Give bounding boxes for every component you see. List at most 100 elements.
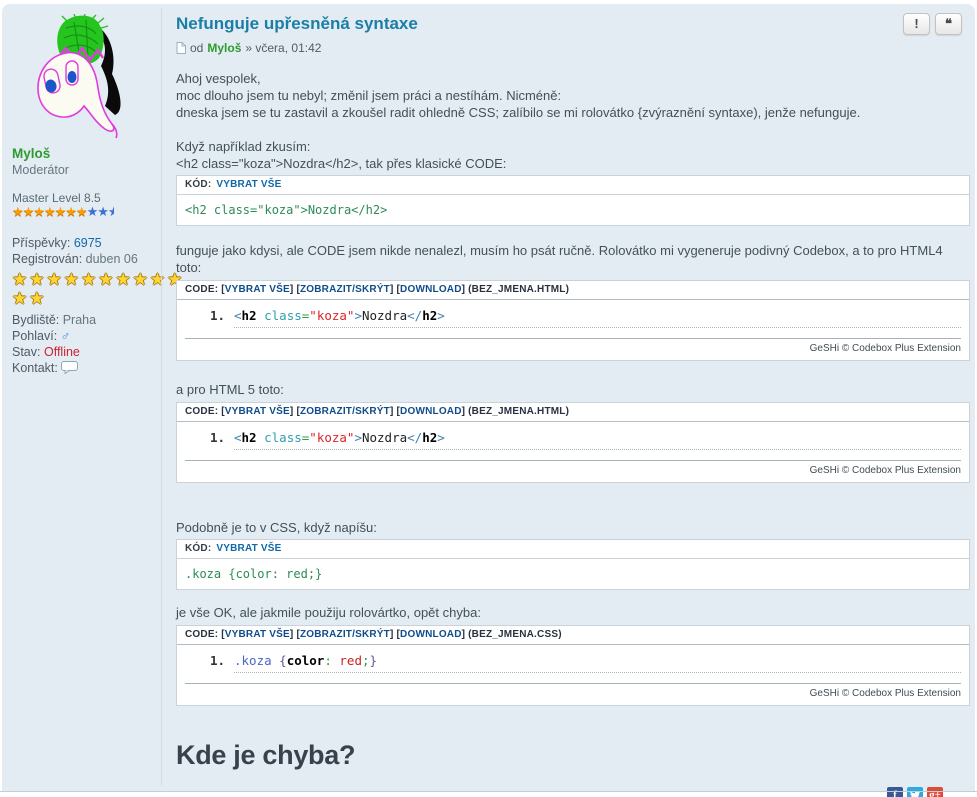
code-block: KÓD: VYBRAT VŠE .koza {color: red;} <box>176 539 970 590</box>
field-value[interactable]: 6975 <box>74 236 102 250</box>
code-token: > <box>437 430 445 445</box>
geshi-body: 1. <h2 class="koza">Nozdra</h2> <box>177 422 969 460</box>
field-label: Příspěvky: <box>12 236 74 250</box>
code-line: 1. .koza {color: red;} <box>177 653 961 673</box>
author-link[interactable]: Myloš <box>207 41 241 55</box>
geshi-header: CODE: [VYBRAT VŠE] [ZOBRAZIT/SKRÝT] [DOW… <box>177 281 969 300</box>
geshi-action-link[interactable]: ZOBRAZIT/SKRÝT <box>300 629 390 640</box>
code-token: "koza" <box>309 430 355 445</box>
line-number: 1. <box>209 430 225 445</box>
column-divider <box>161 8 162 786</box>
geshi-code-block: CODE: [VYBRAT VŠE] [ZOBRAZIT/SKRÝT] [DOW… <box>176 402 970 483</box>
code-label: KÓD: <box>185 543 212 554</box>
code-token: .koza <box>234 653 272 668</box>
field-value: Offline <box>43 345 80 359</box>
twitter-share-icon[interactable] <box>907 787 923 797</box>
code-token: < <box>234 430 242 445</box>
geshi-link-bracket: [DOWNLOAD] <box>396 629 469 640</box>
code-filename: (BEZ_JMENA.CSS) <box>468 629 562 640</box>
profile-field: Příspěvky: 6975 <box>12 235 158 251</box>
geshi-action-link[interactable]: DOWNLOAD <box>400 629 462 640</box>
facebook-share-icon[interactable]: f <box>887 787 903 797</box>
geshi-body: 1. <h2 class="koza">Nozdra</h2> <box>177 300 969 338</box>
star-icon: ★ <box>107 205 115 219</box>
code-block-header: KÓD: VYBRAT VŠE <box>177 540 969 559</box>
level-stars: ★★★★★★★★★★ <box>12 205 158 219</box>
geshi-action-link[interactable]: VYBRAT VŠE <box>225 284 290 295</box>
geshi-action-link[interactable]: DOWNLOAD <box>400 406 462 417</box>
code-token: </ <box>407 308 423 323</box>
code-token: < <box>234 308 242 323</box>
profile-field: Stav: Offline <box>12 344 158 360</box>
code-filename: (BEZ_JMENA.HTML) <box>468 284 570 295</box>
code-token: > <box>354 430 362 445</box>
pm-icon[interactable] <box>61 361 79 377</box>
code-label: CODE: <box>185 284 219 295</box>
avatar[interactable] <box>28 13 132 140</box>
code-token: h2 <box>422 308 438 323</box>
line-number: 1. <box>209 653 225 668</box>
code-block: KÓD: VYBRAT VŠE <h2 class="koza">Nozdra</… <box>176 175 970 226</box>
code-token: class <box>264 308 302 323</box>
post-title[interactable]: Nefunguje upřesněná syntaxe <box>176 14 970 34</box>
byline-prefix: od <box>190 41 204 55</box>
code-token: > <box>437 308 445 323</box>
code-token: "koza" <box>309 308 355 323</box>
geshi-action-link[interactable]: ZOBRAZIT/SKRÝT <box>300 284 390 295</box>
byline: od Myloš » včera, 01:42 <box>176 41 970 55</box>
code-filename: (BEZ_JMENA.HTML) <box>468 406 570 417</box>
post-page-icon <box>176 42 186 54</box>
post-question-heading: Kde je chyba? <box>176 740 356 770</box>
rating-stars: ★★★★★★★★★★ ★★ <box>12 270 185 308</box>
code-token: ; <box>361 653 370 668</box>
code-text: <h2 class="koza">Nozdra</h2> <box>185 203 388 217</box>
code-token: h2 <box>241 430 257 445</box>
code-line: 1. <h2 class="koza">Nozdra</h2> <box>177 308 961 328</box>
select-all-link[interactable]: VYBRAT VŠE <box>216 543 281 554</box>
post-panel: ! ❝ Myloš Moderátor Master Level 8.5 ★★★… <box>2 4 975 797</box>
paragraph: Ahoj vespolek, moc dlouho jsem tu nebyl; … <box>176 71 861 120</box>
code-text: .koza {color: red;} <box>234 653 961 673</box>
field-value: duben 06 <box>85 252 138 266</box>
geshi-action-link[interactable]: VYBRAT VŠE <box>225 406 290 417</box>
geshi-action-link[interactable]: ZOBRAZIT/SKRÝT <box>300 406 390 417</box>
username-link[interactable]: Myloš <box>12 146 158 161</box>
level-label: Master Level 8.5 <box>12 191 101 205</box>
star-icon: ★★★★★★★ <box>12 204 88 219</box>
code-text: .koza {color: red;} <box>185 567 323 581</box>
star-row: ★★★★★★★★★★ <box>12 270 185 289</box>
code-token: </ <box>407 430 423 445</box>
code-token: red <box>331 653 362 668</box>
profile-field: Pohlaví: ♂ <box>12 328 158 344</box>
paragraph: Když například zkusím: <h2 class="koza">N… <box>176 139 507 171</box>
star-row: ★★ <box>12 289 47 308</box>
geshi-link-bracket: [VYBRAT VŠE] <box>221 629 297 640</box>
geshi-code-block: CODE: [VYBRAT VŠE] [ZOBRAZIT/SKRÝT] [DOW… <box>176 280 970 361</box>
select-all-link[interactable]: VYBRAT VŠE <box>216 179 281 190</box>
field-label: Pohlaví: <box>12 329 61 343</box>
paragraph: a pro HTML 5 toto: <box>176 382 284 397</box>
geshi-header: CODE: [VYBRAT VŠE] [ZOBRAZIT/SKRÝT] [DOW… <box>177 403 969 422</box>
code-token: h2 <box>422 430 438 445</box>
geshi-link-bracket: [DOWNLOAD] <box>396 284 469 295</box>
geshi-body: 1. .koza {color: red;} <box>177 645 969 683</box>
googleplus-share-icon[interactable]: g+ <box>927 787 943 797</box>
code-token: > <box>354 308 362 323</box>
geshi-link-bracket: [DOWNLOAD] <box>396 406 469 417</box>
line-number: 1. <box>209 308 225 323</box>
code-text: <h2 class="koza">Nozdra</h2> <box>234 430 961 450</box>
paragraph: Podobně je to v CSS, když napíšu: <box>176 520 377 535</box>
code-token: h2 <box>241 308 257 323</box>
user-rank: Moderátor <box>12 163 69 177</box>
geshi-action-link[interactable]: VYBRAT VŠE <box>225 629 290 640</box>
poster-profile: Myloš Moderátor Master Level 8.5 ★★★★★★★… <box>12 10 185 378</box>
paragraph: je vše OK, ale jakmile použiju rolovártk… <box>176 605 481 620</box>
field-label: Bydliště: <box>12 313 63 327</box>
geshi-footer: GeSHi © Codebox Plus Extension <box>185 683 961 705</box>
code-label: CODE: <box>185 629 219 640</box>
code-token: Nozdra <box>361 430 408 445</box>
geshi-action-link[interactable]: DOWNLOAD <box>400 284 462 295</box>
social-share-row: f g+ <box>176 787 970 797</box>
